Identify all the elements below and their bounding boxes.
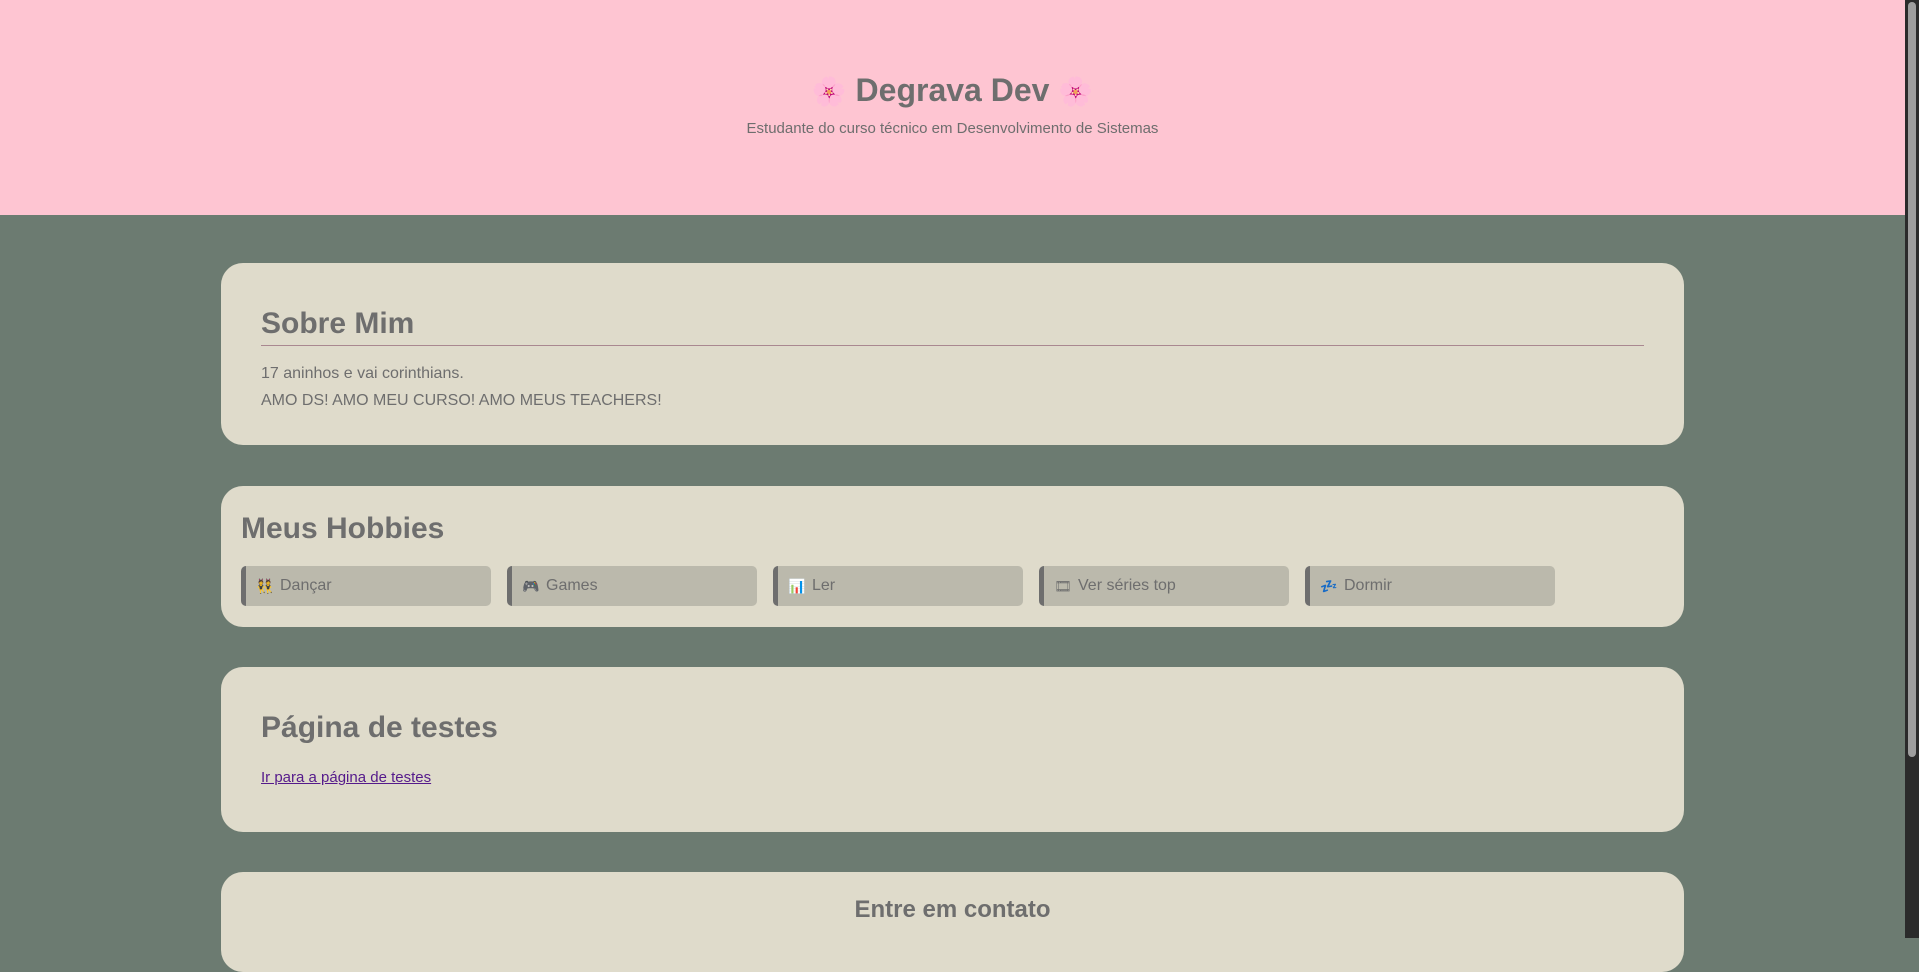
vertical-scrollbar[interactable]: [1905, 0, 1919, 938]
site-header: 🌸 Degrava Dev 🌸 Estudante do curso técni…: [0, 0, 1905, 215]
books-icon: 📊: [788, 577, 806, 594]
about-section: Sobre Mim 17 aninhos e vai corinthians. …: [221, 263, 1684, 445]
cherry-blossom-icon: 🌸: [1058, 76, 1094, 107]
tests-section: Página de testes Ir para a página de tes…: [221, 667, 1684, 832]
scrollbar-thumb[interactable]: [1908, 2, 1916, 757]
gamepad-icon: 🎮: [522, 577, 540, 594]
contact-title: Entre em contato: [854, 896, 1051, 923]
hobby-item-ler[interactable]: 📊 Ler: [773, 566, 1023, 606]
about-text-line: 17 aninhos e vai corinthians.: [261, 365, 464, 382]
hobby-label: Games: [546, 577, 598, 594]
tests-title: Página de testes: [261, 711, 498, 744]
sleep-icon: 💤: [1320, 577, 1338, 594]
hobby-item-games[interactable]: 🎮 Games: [507, 566, 757, 606]
dancers-icon: 👯: [256, 577, 274, 594]
hobbies-title: Meus Hobbies: [241, 512, 445, 545]
hobby-list: 👯 Dançar 🎮 Games 📊 Ler 🎞 Ver séries top …: [241, 566, 1555, 606]
about-text-line: AMO DS! AMO MEU CURSO! AMO MEUS TEACHERS…: [261, 392, 662, 409]
hobby-label: Ver séries top: [1078, 577, 1176, 594]
hobby-item-dancar[interactable]: 👯 Dançar: [241, 566, 491, 606]
hobby-label: Dormir: [1344, 577, 1392, 594]
hobby-label: Ler: [812, 577, 836, 594]
site-title: 🌸 Degrava Dev 🌸: [0, 72, 1905, 109]
tests-page-link[interactable]: Ir para a página de testes: [261, 769, 431, 786]
about-title: Sobre Mim: [261, 307, 1644, 346]
film-icon: 🎞: [1054, 577, 1072, 594]
hobbies-section: Meus Hobbies 👯 Dançar 🎮 Games 📊 Ler 🎞 Ve…: [221, 486, 1684, 627]
site-subtitle: Estudante do curso técnico em Desenvolvi…: [746, 120, 1159, 137]
hobby-label: Dançar: [280, 577, 332, 594]
hobby-item-series[interactable]: 🎞 Ver séries top: [1039, 566, 1289, 606]
site-title-text: Degrava Dev: [855, 72, 1050, 108]
hobby-item-dormir[interactable]: 💤 Dormir: [1305, 566, 1555, 606]
contact-section: Entre em contato: [221, 872, 1684, 972]
cherry-blossom-icon: 🌸: [811, 76, 847, 107]
